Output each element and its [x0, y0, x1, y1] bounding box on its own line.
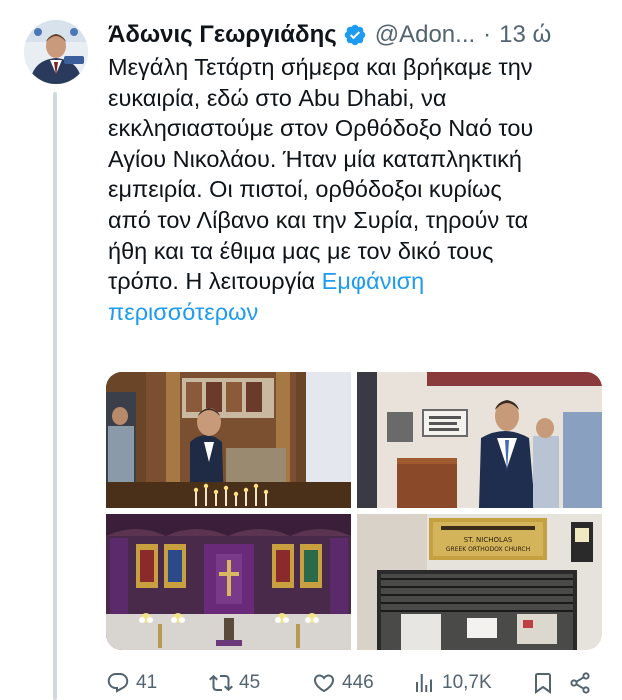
tweet-text: Μεγάλη Τετάρτη σήμερα και βρήκαμε την ευ…: [108, 52, 608, 327]
sign-line-2: GREEK ORTHODOX CHURCH: [446, 546, 530, 553]
display-name[interactable]: Άδωνις Γεωργιάδης: [108, 21, 337, 49]
views-count: 10,7K: [442, 672, 492, 693]
retweet-button[interactable]: 45: [209, 668, 260, 698]
verified-badge-icon: [343, 23, 367, 47]
media-grid: ST. NICHOLAS GREEK ORTHODOX CHURCH: [106, 372, 602, 650]
action-bar: 41 45 446 10,7K: [106, 668, 604, 698]
media-photo-1[interactable]: [106, 372, 351, 508]
photo-church-sign-icon: ST. NICHOLAS GREEK ORTHODOX CHURCH: [357, 514, 602, 650]
photo-interior-icon: [357, 372, 602, 508]
reply-count: 41: [136, 672, 158, 693]
heart-icon: [313, 674, 335, 693]
avatar[interactable]: [24, 20, 88, 84]
photo-iconostasis-icon: [106, 514, 351, 650]
media-photo-2[interactable]: [357, 372, 602, 508]
media-photo-3[interactable]: [106, 514, 351, 650]
timestamp[interactable]: 13 ώ: [499, 21, 551, 49]
user-handle[interactable]: @Adon...: [375, 21, 475, 49]
views-button[interactable]: 10,7K: [412, 668, 492, 698]
bookmark-button[interactable]: [531, 668, 561, 698]
like-button[interactable]: 446: [312, 668, 374, 698]
photo-candles-icon: [106, 372, 351, 508]
tweet[interactable]: Άδωνις Γεωργιάδης @Adon... · 13 ώ Μεγάλη…: [0, 0, 622, 700]
separator-dot: ·: [483, 21, 492, 48]
media-photo-4[interactable]: ST. NICHOLAS GREEK ORTHODOX CHURCH: [357, 514, 602, 650]
tweet-header: Άδωνις Γεωργιάδης @Adon... · 13 ώ: [108, 20, 551, 50]
share-button[interactable]: [568, 668, 598, 698]
views-chart-icon: [416, 674, 432, 692]
retweet-count: 45: [239, 672, 261, 693]
tweet-body: Μεγάλη Τετάρτη σήμερα και βρήκαμε την ευ…: [108, 54, 534, 295]
share-icon: [570, 672, 590, 694]
reply-icon: [107, 673, 129, 693]
like-count: 446: [342, 672, 374, 693]
reply-button[interactable]: 41: [106, 668, 157, 698]
retweet-icon: [209, 674, 233, 692]
thread-line: [53, 92, 57, 700]
avatar-photo-icon: [24, 20, 88, 84]
bookmark-icon: [535, 673, 551, 694]
sign-line-1: ST. NICHOLAS: [464, 536, 513, 544]
